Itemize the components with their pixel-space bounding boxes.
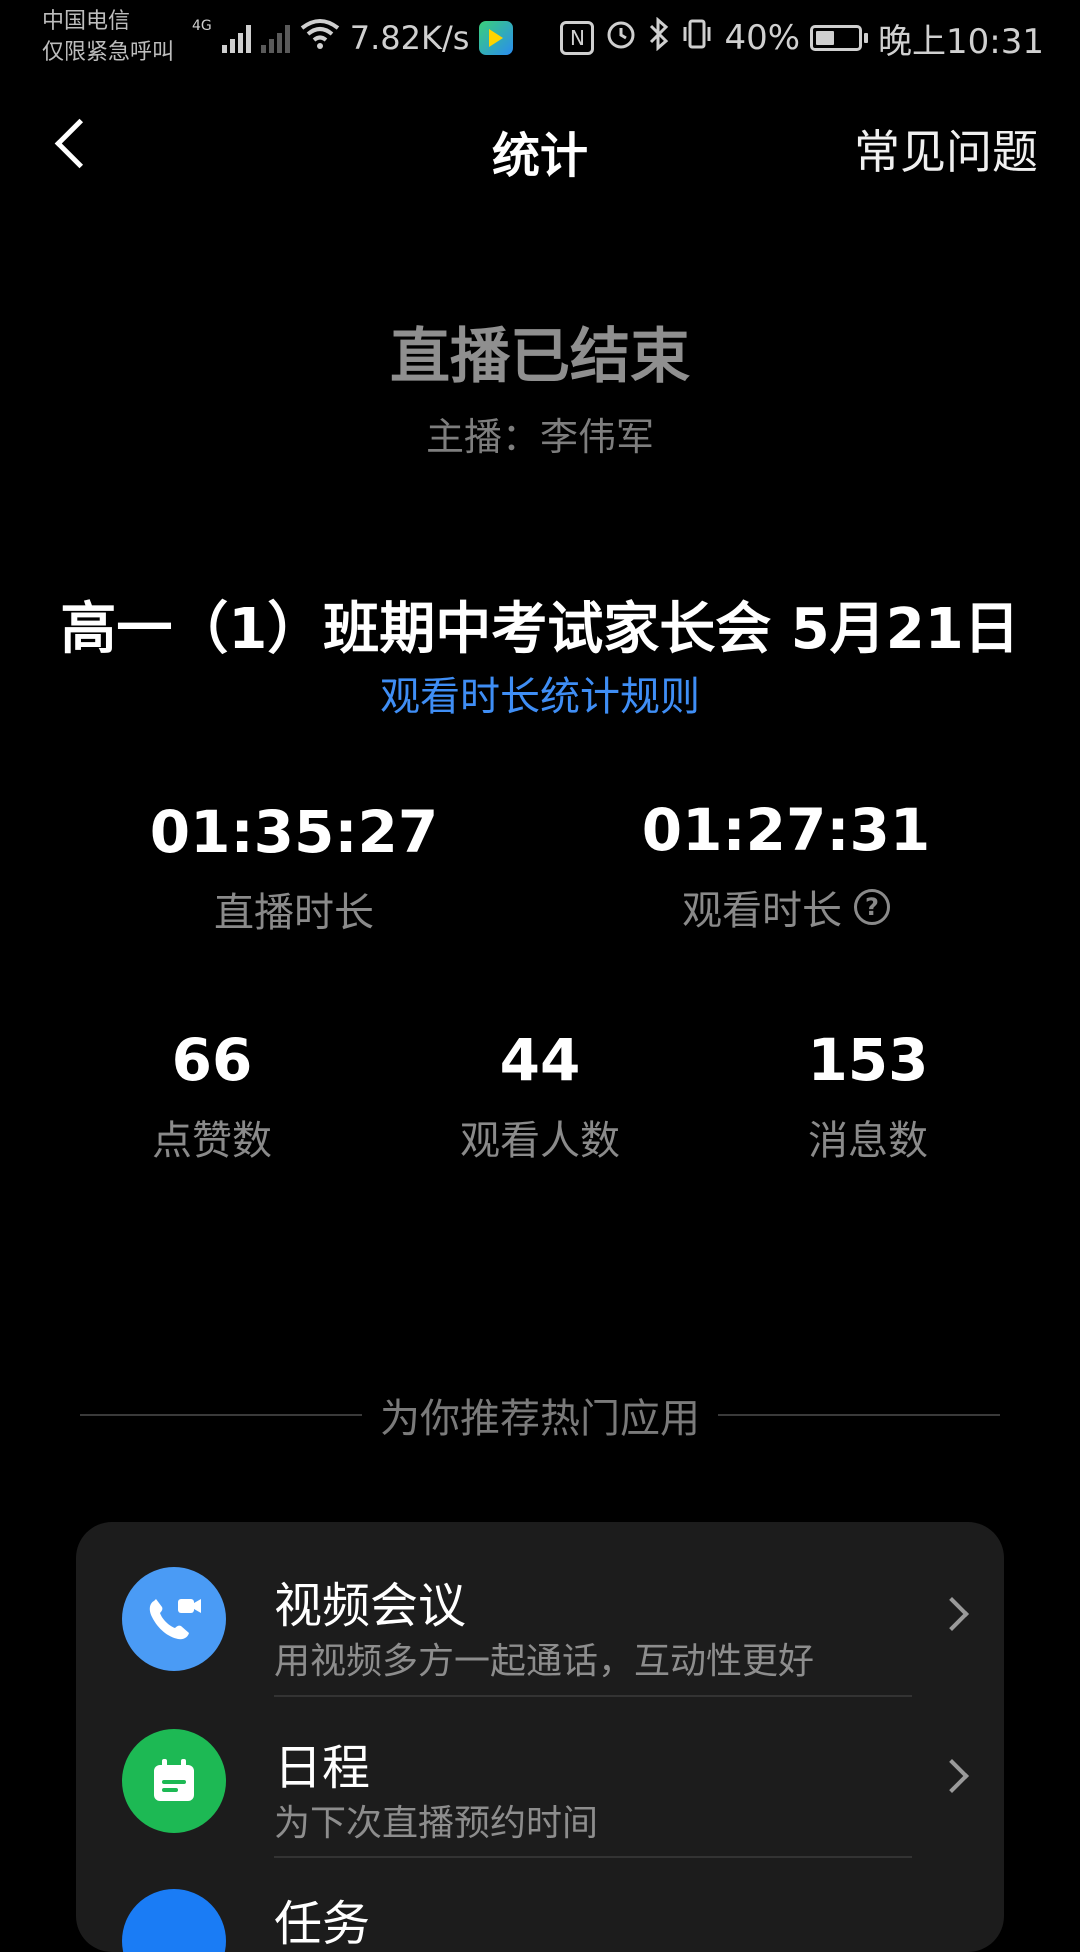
video-app-icon <box>479 21 514 55</box>
stat-likes: 66 点赞数 <box>62 1026 362 1166</box>
network-speed: 7.82K/s <box>349 19 470 57</box>
likes-label: 点赞数 <box>62 1108 362 1166</box>
vibrate-icon <box>680 17 714 60</box>
calendar-icon <box>122 1729 226 1833</box>
app-row-task[interactable]: 任务 <box>76 1844 1004 1952</box>
nav-bar: 统计 常见问题 <box>0 80 1080 210</box>
recommend-divider: 为你推荐热门应用 <box>80 1390 1000 1442</box>
faq-link[interactable]: 常见问题 <box>854 116 1038 182</box>
viewers-label: 观看人数 <box>390 1108 690 1166</box>
video-call-icon <box>122 1567 226 1671</box>
stat-viewers: 44 观看人数 <box>390 1026 690 1166</box>
stat-messages: 153 消息数 <box>718 1026 1018 1166</box>
signal-no-sim-icon <box>260 23 290 53</box>
alarm-icon <box>604 17 638 60</box>
recommend-heading: 为你推荐热门应用 <box>380 1396 700 1442</box>
battery-icon <box>810 25 869 51</box>
recommend-card: 视频会议 用视频多方一起通话，互动性更好 日程 为下次直播预约时间 任务 <box>76 1522 1004 1952</box>
divider-line-right <box>718 1414 1000 1416</box>
watch-duration-label-text: 观看时长 <box>682 888 842 934</box>
live-duration-label-text: 直播时长 <box>214 890 374 936</box>
live-duration-label: 直播时长 <box>94 880 494 938</box>
messages-label-text: 消息数 <box>808 1118 928 1164</box>
system-indicators: N 40% 晚上10:31 <box>560 14 1044 62</box>
viewers-value: 44 <box>499 1026 581 1094</box>
messages-value: 153 <box>807 1026 929 1094</box>
clock: 晚上10:31 <box>878 21 1044 62</box>
messages-label: 消息数 <box>718 1108 1018 1166</box>
stat-live-duration: 01:35:27 直播时长 <box>94 798 494 938</box>
nfc-icon: N <box>560 21 595 55</box>
app-name: 任务 <box>274 1896 371 1952</box>
live-duration-value: 01:35:27 <box>149 798 439 866</box>
divider-line-left <box>80 1414 362 1416</box>
status-bar: 中国电信 仅限紧急呼叫 4G 7.82K/s N 40% 晚上10:31 <box>0 0 1080 76</box>
carrier-info: 中国电信 仅限紧急呼叫 <box>42 6 174 68</box>
network-indicators: 4G 7.82K/s <box>192 14 514 62</box>
watch-duration-value: 01:27:31 <box>641 796 931 864</box>
battery-percent: 40% <box>724 18 801 58</box>
stat-watch-duration: 01:27:31 观看时长 ? <box>586 796 986 936</box>
host-name: 李伟军 <box>540 415 655 459</box>
carrier-name: 中国电信 <box>42 9 131 34</box>
watch-rules-link[interactable]: 观看时长统计规则 <box>0 664 1080 722</box>
live-title: 高一（1）班期中考试家长会 5月21日 <box>60 597 1020 662</box>
watch-duration-label: 观看时长 ? <box>586 878 986 936</box>
host-label: 主播： <box>425 415 540 459</box>
app-name: 视频会议 <box>274 1578 467 1634</box>
app-row-video-meeting[interactable]: 视频会议 用视频多方一起通话，互动性更好 <box>76 1522 1004 1682</box>
app-row-schedule[interactable]: 日程 为下次直播预约时间 <box>76 1684 1004 1844</box>
bluetooth-icon <box>648 16 670 60</box>
chevron-right-icon <box>935 1597 969 1631</box>
app-desc: 用视频多方一起通话，互动性更好 <box>274 1641 815 1682</box>
chevron-right-icon <box>935 1759 969 1793</box>
app-name: 日程 <box>274 1740 371 1796</box>
viewers-label-text: 观看人数 <box>460 1118 620 1164</box>
question-circle-icon[interactable]: ? <box>854 889 890 925</box>
task-icon <box>122 1889 226 1952</box>
wifi-icon <box>300 18 340 59</box>
app-desc: 为下次直播预约时间 <box>274 1803 599 1844</box>
likes-label-text: 点赞数 <box>152 1118 272 1164</box>
likes-value: 66 <box>171 1026 253 1094</box>
host-line: 主播：李伟军 <box>0 406 1080 461</box>
network-type: 4G <box>192 18 212 34</box>
live-ended-status: 直播已结束 <box>390 322 690 392</box>
signal-icon <box>221 23 251 53</box>
carrier-status: 仅限紧急呼叫 <box>42 40 175 65</box>
